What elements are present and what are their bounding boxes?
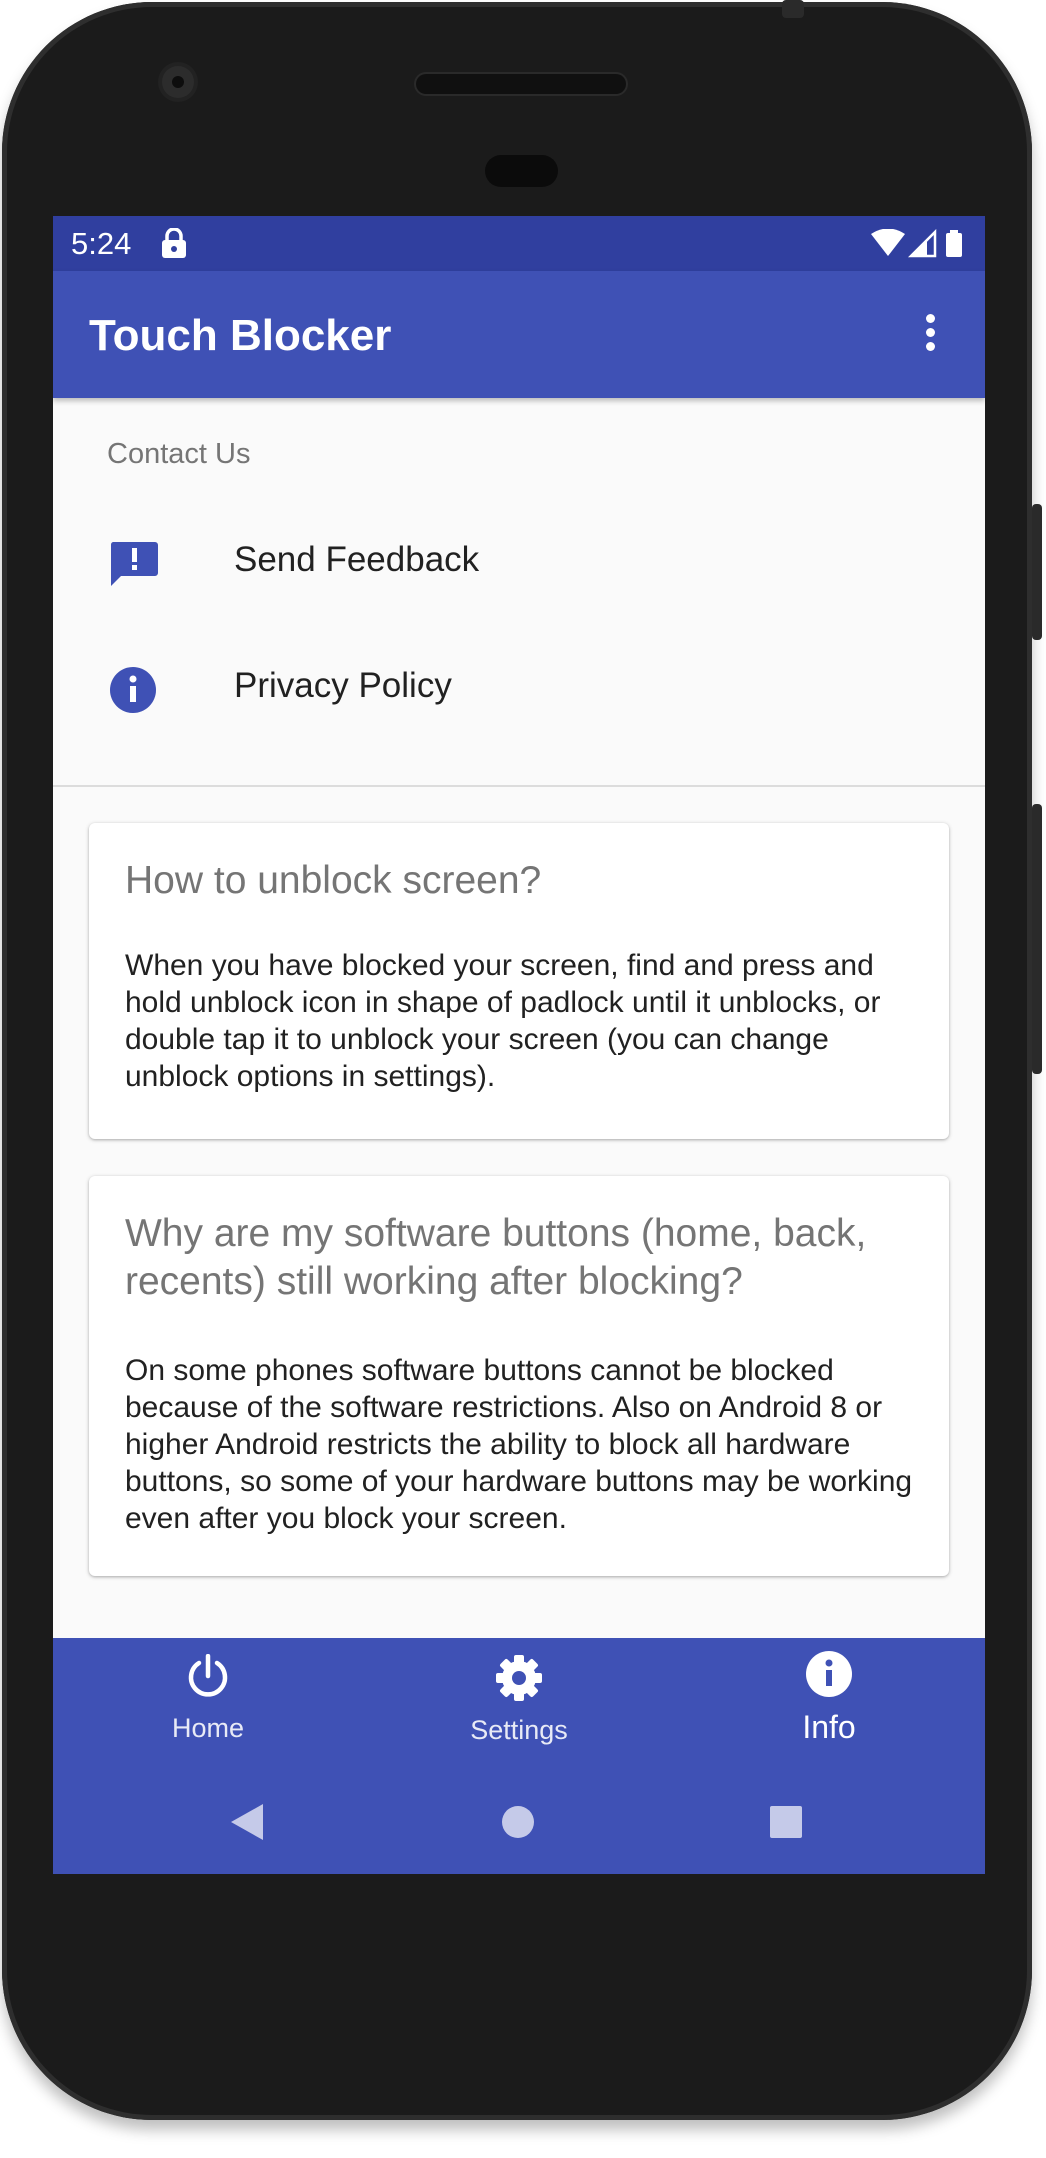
app-screen: 5:24 Touch Blocker Contact Us Send Feedb… [53, 216, 985, 1874]
power-icon [108, 1653, 308, 1705]
nav-info[interactable]: Info [729, 1650, 929, 1746]
back-icon[interactable] [229, 1802, 265, 1847]
faq-answer: On some phones software buttons cannot b… [125, 1354, 913, 1535]
nav-home-label: Home [171, 1713, 245, 1743]
send-feedback-label: Send Feedback [234, 540, 480, 579]
faq-question: Why are my software buttons (home, back,… [125, 1212, 867, 1303]
system-navigation-bar [53, 1788, 985, 1858]
lock-icon [161, 227, 187, 264]
status-bar: 5:24 [53, 216, 985, 271]
faq-card: Why are my software buttons (home, back,… [89, 1176, 949, 1576]
info-icon [729, 1650, 929, 1703]
proximity-sensor [485, 155, 558, 187]
cell-signal-icon [907, 228, 937, 258]
home-circle-icon[interactable] [501, 1805, 535, 1844]
overflow-menu-icon[interactable] [915, 309, 945, 359]
app-bar: Touch Blocker [53, 271, 985, 398]
info-icon [109, 666, 157, 719]
earpiece-speaker [416, 74, 626, 94]
wifi-icon [871, 228, 905, 256]
nav-home[interactable]: Home [108, 1653, 308, 1744]
nav-settings-label: Settings [470, 1715, 568, 1745]
faq-question: How to unblock screen? [125, 859, 542, 902]
section-divider [53, 785, 985, 787]
battery-icon [946, 230, 962, 257]
status-icons [871, 228, 971, 264]
top-button [782, 0, 804, 18]
faq-answer: When you have blocked your screen, find … [125, 949, 881, 1093]
contact-section-header: Contact Us [107, 438, 251, 470]
send-feedback-item[interactable]: Send Feedback [53, 502, 985, 622]
app-title: Touch Blocker [89, 311, 392, 360]
nav-info-label: Info [802, 1709, 856, 1745]
bottom-navigation: Home Settings Info [53, 1638, 985, 1874]
feedback-icon [109, 540, 159, 593]
gear-icon [419, 1654, 619, 1707]
status-time: 5:24 [71, 226, 132, 261]
faq-card: How to unblock screen? When you have blo… [89, 823, 949, 1139]
privacy-policy-label: Privacy Policy [234, 666, 452, 705]
nav-settings[interactable]: Settings [419, 1654, 619, 1746]
volume-side-button [1032, 804, 1042, 1074]
power-side-button [1032, 504, 1042, 640]
privacy-policy-item[interactable]: Privacy Policy [53, 628, 985, 748]
front-camera [162, 66, 194, 98]
recents-icon[interactable] [769, 1805, 803, 1844]
